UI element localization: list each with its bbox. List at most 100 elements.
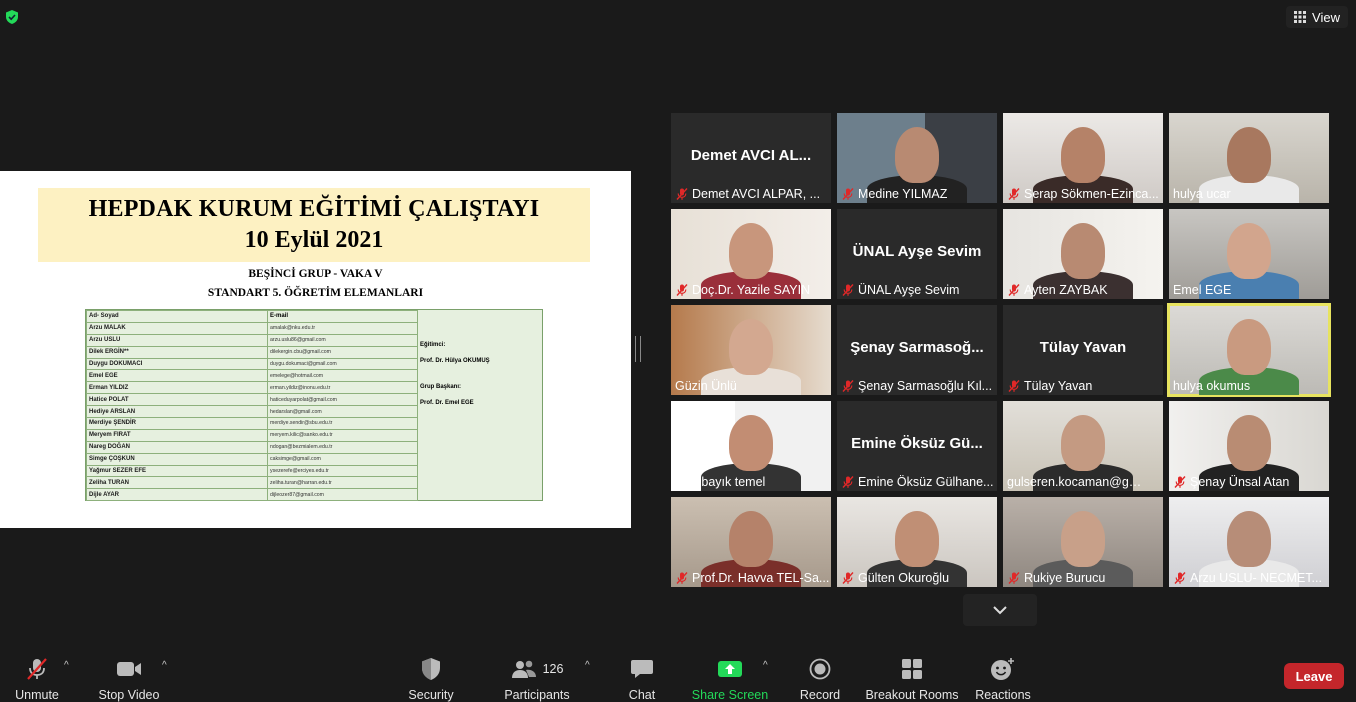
unmute-button[interactable]: Unmute (14, 640, 60, 702)
microphone-muted-icon (1174, 571, 1186, 584)
participant-tile[interactable]: Serap Sökmen-Ezinca... (1003, 113, 1163, 203)
roster-email: meryem.kilic@sanko.edu.tr (267, 428, 418, 442)
roster-table: Ad- Soyad E-mail Arzu MALAK amalak@nku.ed… (85, 309, 543, 502)
stop-video-button[interactable]: Stop Video (98, 640, 160, 702)
participant-face (1061, 511, 1105, 567)
audio-options-caret[interactable]: ^ (64, 660, 69, 671)
participant-tile[interactable]: Güzin Ünlü (671, 305, 831, 395)
participant-face (1227, 223, 1271, 279)
participant-face (1227, 511, 1271, 567)
video-camera-icon (117, 661, 141, 676)
microphone-muted-icon (842, 187, 854, 200)
participant-tile[interactable]: ÜNAL Ayşe Sevim ÜNAL Ayşe Sevim (837, 209, 997, 299)
participant-name: Rukiye Burucu (1024, 570, 1106, 585)
participant-tile[interactable]: Doç.Dr. Yazile SAYIN (671, 209, 831, 299)
participant-name-caption: Tülay Yavan (1003, 376, 1163, 395)
participant-name-caption: Şenay Ünsal Atan (1169, 472, 1329, 491)
roster-row: Nareg DOĞAN ndogan@bezmialem.edu.tr (86, 440, 418, 454)
reactions-label: Reactions (975, 688, 1031, 702)
participant-tile[interactable]: gulseren.kocaman@gma... (1003, 401, 1163, 491)
reactions-button[interactable]: Reactions (974, 640, 1032, 702)
participant-face (729, 319, 773, 375)
participant-tile[interactable]: Şenay Ünsal Atan (1169, 401, 1329, 491)
participant-tile[interactable]: Emine Öksüz Gü... Emine Öksüz Gülhane... (837, 401, 997, 491)
participant-tile[interactable]: Demet AVCI AL... Demet AVCI ALPAR, ... (671, 113, 831, 203)
lead-label: Grup Başkanı: (420, 384, 462, 390)
participant-name-caption: Emine Öksüz Gülhane... (837, 472, 997, 491)
participant-tile[interactable]: Arzu USLU- NECMET... (1169, 497, 1329, 587)
roster-email: emelege@hotmail.com (267, 369, 418, 383)
record-icon (809, 658, 831, 679)
encryption-shield-icon[interactable] (4, 9, 20, 25)
share-screen-button[interactable]: Share Screen (692, 640, 768, 702)
participant-name-caption: Doç.Dr. Yazile SAYIN (671, 280, 831, 299)
participant-face (1227, 415, 1271, 471)
participant-face (1227, 127, 1271, 183)
participant-name: Şenay Sarmasoğlu Kıl... (858, 378, 993, 393)
participants-button[interactable]: 126 Participants (504, 640, 570, 702)
record-button[interactable]: Record (798, 640, 842, 702)
participant-name: ÜNAL Ayşe Sevim (858, 282, 960, 297)
participant-name: Şenay Ünsal Atan (1190, 474, 1290, 489)
participant-tile[interactable]: Medine YILMAZ (837, 113, 997, 203)
leave-button[interactable]: Leave (1284, 663, 1344, 689)
participant-tile[interactable]: Emel EGE (1169, 209, 1329, 299)
stop-video-label: Stop Video (98, 688, 160, 702)
participant-face (1061, 127, 1105, 183)
breakout-rooms-label: Breakout Rooms (865, 688, 959, 702)
participant-count: 126 (542, 661, 564, 676)
participant-name-caption: ÜNAL Ayşe Sevim (837, 280, 997, 299)
participant-name: Ayten ZAYBAK (1024, 282, 1108, 297)
breakout-rooms-button[interactable]: Breakout Rooms (865, 640, 959, 702)
participant-tile[interactable]: hulya okumus (1167, 303, 1331, 397)
roster-name: Merdiye ŞENDİR (86, 417, 268, 430)
roster-row: Emel EGE emelege@hotmail.com (86, 369, 418, 383)
participant-name: Gülten Okuroğlu (858, 570, 950, 585)
participant-name: Güzin Ünlü (675, 378, 737, 393)
split-resize-handle[interactable] (635, 336, 641, 362)
microphone-muted-icon (1008, 571, 1020, 584)
participant-tile[interactable]: Rukiye Burucu (1003, 497, 1163, 587)
participant-tile[interactable]: Ayten ZAYBAK (1003, 209, 1163, 299)
participants-options-caret[interactable]: ^ (585, 660, 590, 671)
breakout-rooms-icon (902, 658, 922, 679)
participant-face (895, 127, 939, 183)
view-button[interactable]: View (1286, 6, 1348, 28)
participant-name-caption: Medine YILMAZ (837, 184, 997, 203)
chat-bubble-icon (631, 659, 653, 678)
participant-tile[interactable]: Gülten Okuroğlu (837, 497, 997, 587)
roster-row: Dijle AYAR dijleozer87@gmail.com (86, 488, 418, 502)
share-options-caret[interactable]: ^ (763, 660, 768, 671)
participant-tile[interactable]: hulya ucar (1169, 113, 1329, 203)
participant-tile[interactable]: ayla bayık temel (671, 401, 831, 491)
participant-name: hulya okumus (1173, 378, 1251, 393)
participant-face (729, 511, 773, 567)
participant-tile[interactable]: Prof.Dr. Havva TEL-Sa... (671, 497, 831, 587)
roster-name: Arzu MALAK (86, 321, 268, 335)
chevron-down-icon (993, 606, 1007, 615)
microphone-muted-icon (1008, 187, 1020, 200)
roster-name: Hatice POLAT (86, 393, 268, 407)
next-page-button[interactable] (963, 594, 1037, 626)
participant-name-placeholder: Şenay Sarmasoğ... (850, 339, 984, 356)
roster-row: Arzu USLU arzu.uslu86@gmail.com (86, 333, 418, 347)
participant-name-caption: Prof.Dr. Havva TEL-Sa... (671, 568, 831, 587)
roster-email: ysezerefe@erciyes.edu.tr (267, 464, 418, 478)
video-options-caret[interactable]: ^ (162, 660, 167, 671)
security-button[interactable]: Security (408, 640, 454, 702)
roster-name: Simge ÇOŞKUN (86, 452, 268, 466)
roster-email: ndogan@bezmialem.edu.tr (267, 440, 418, 454)
roster-row: Arzu MALAK amalak@nku.edu.tr (86, 321, 418, 335)
chat-button[interactable]: Chat (624, 640, 660, 702)
microphone-muted-icon (676, 283, 688, 296)
roster-row: Yağmur SEZER EFE ysezerefe@erciyes.edu.tr (86, 464, 418, 478)
roster-name: Yağmur SEZER EFE (86, 464, 268, 478)
participant-tile[interactable]: Tülay Yavan Tülay Yavan (1003, 305, 1163, 395)
participant-name-caption: Güzin Ünlü (671, 376, 831, 395)
column-header-name: Ad- Soyad (86, 310, 268, 323)
participant-tile[interactable]: Şenay Sarmasoğ... Şenay Sarmasoğlu Kıl... (837, 305, 997, 395)
meeting-toolbar: Unmute ^ Stop Video ^ Security 126 Parti… (0, 640, 1356, 702)
roster-name: Dijle AYAR (86, 488, 268, 502)
shared-screen: HEPDAK KURUM EĞİTİMİ ÇALIŞTAYI 10 Eylül … (0, 171, 631, 528)
trainer-name: Prof. Dr. Hülya OKUMUŞ (420, 358, 490, 364)
